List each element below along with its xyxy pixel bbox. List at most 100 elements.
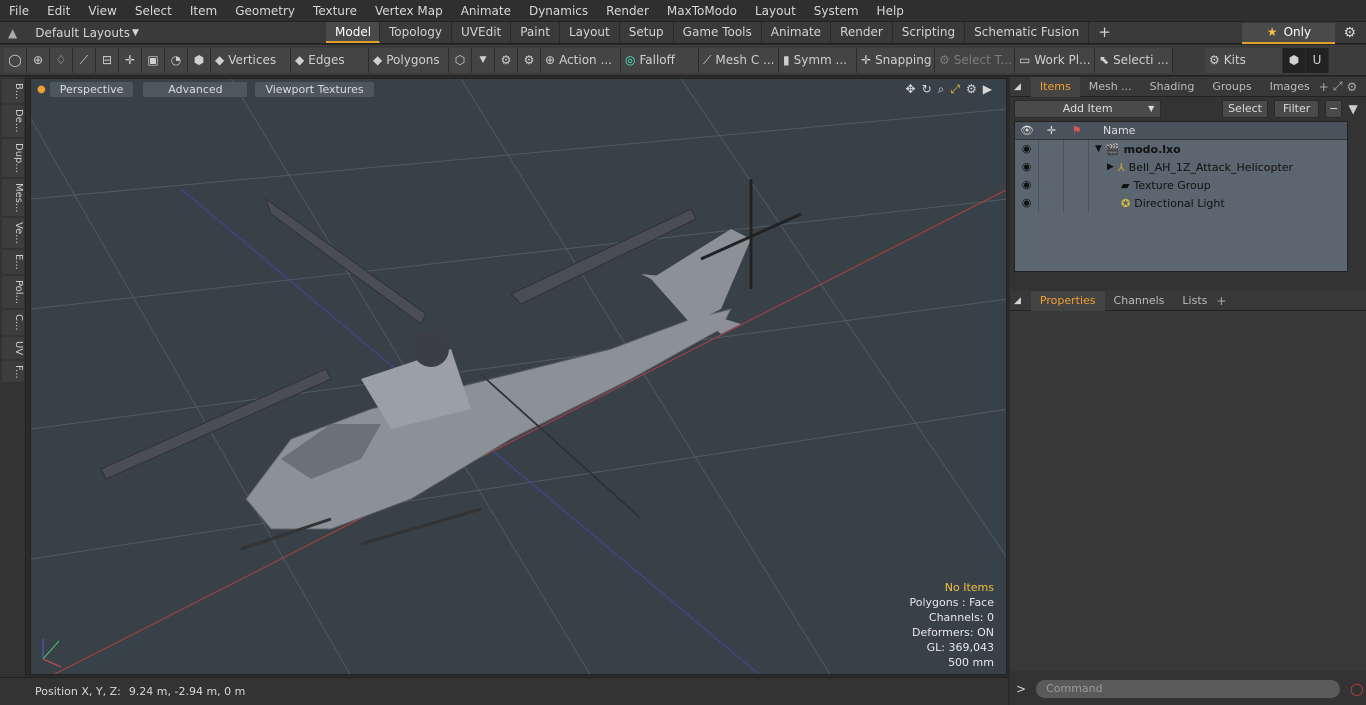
record-icon[interactable]: ◯ [1350, 682, 1363, 696]
left-tab-uv[interactable]: UV [2, 336, 24, 359]
symmetry-y-icon[interactable]: ⚙ [518, 47, 541, 73]
eye-icon[interactable]: ◉ [1015, 176, 1039, 194]
symmetry-button[interactable]: ▮ Symm ... [779, 47, 857, 73]
transform-icon[interactable]: ⊟ [96, 47, 119, 73]
play-icon[interactable]: ▶ [983, 82, 992, 97]
left-tab-deform[interactable]: De... [2, 105, 24, 137]
menu-render[interactable]: Render [597, 0, 658, 22]
eye-icon[interactable]: ◉ [1015, 158, 1039, 176]
add-item-button[interactable]: Add Item ▼ [1014, 100, 1162, 118]
left-tab-basic[interactable]: B... [2, 79, 24, 104]
tree-row-mesh[interactable]: ◉ ▶ ⅄ Bell_AH_1Z_Attack_Helicopter [1015, 158, 1347, 176]
tab-lists[interactable]: Lists [1173, 291, 1216, 311]
add-tab-icon[interactable]: + [1319, 80, 1329, 94]
scale-icon[interactable]: ▣ [142, 47, 165, 73]
eye-icon[interactable]: ◉ [1015, 194, 1039, 212]
menu-view[interactable]: View [79, 0, 125, 22]
menu-file[interactable]: File [0, 0, 38, 22]
tab-setup[interactable]: Setup [620, 22, 674, 43]
tab-animate[interactable]: Animate [762, 22, 832, 43]
layouts-dropdown[interactable]: ▲ Default Layouts ▼ [8, 22, 139, 44]
tab-layout[interactable]: Layout [560, 22, 620, 43]
material-mode-icon[interactable]: ⬡ [449, 47, 472, 73]
tab-shading[interactable]: Shading [1141, 77, 1204, 97]
perspective-button[interactable]: Perspective [49, 81, 134, 97]
circle-select-icon[interactable]: ◯ [4, 47, 27, 73]
select-through-button[interactable]: ⚙ Select T... [935, 47, 1015, 73]
panel-menu-icon[interactable]: ◢ [1010, 82, 1025, 92]
panel-gear-icon[interactable]: ⚙ [1346, 80, 1357, 94]
zoom-view-icon[interactable]: ⌕ [938, 82, 945, 97]
left-tab-polygon[interactable]: Pol... [2, 275, 24, 308]
unreal-icon[interactable]: U [1306, 47, 1329, 73]
tab-schematic-fusion[interactable]: Schematic Fusion [965, 22, 1090, 43]
viewport-options-dot[interactable]: ● [37, 84, 46, 95]
tree-row-texture-group[interactable]: ◉ ▰ Texture Group [1015, 176, 1347, 194]
gear-icon[interactable]: ⚙ [1343, 25, 1356, 41]
tab-render[interactable]: Render [831, 22, 893, 43]
work-plane-button[interactable]: ▭ Work Pl... [1015, 47, 1095, 73]
tab-topology[interactable]: Topology [380, 22, 452, 43]
only-toggle[interactable]: ★ Only [1242, 22, 1336, 44]
filter-button[interactable]: Filter [1274, 100, 1319, 118]
vertices-button[interactable]: ◆ Vertices [211, 47, 291, 73]
unity-icon[interactable]: ⬢ [1283, 47, 1306, 73]
expand-arrow-icon[interactable]: ▼ [1095, 144, 1102, 154]
menu-item[interactable]: Item [181, 0, 226, 22]
menu-geometry[interactable]: Geometry [226, 0, 304, 22]
tab-paint[interactable]: Paint [511, 22, 560, 43]
menu-vertex-map[interactable]: Vertex Map [366, 0, 452, 22]
viewport-settings-icon[interactable]: ⚙ [966, 82, 977, 97]
left-tab-mesh-edit[interactable]: Mes... [2, 178, 24, 217]
menu-select[interactable]: Select [126, 0, 181, 22]
name-column-header[interactable]: Name [1103, 124, 1135, 137]
move-view-icon[interactable]: ✥ [906, 82, 916, 97]
left-tab-edge[interactable]: E... [2, 250, 24, 274]
menu-system[interactable]: System [805, 0, 868, 22]
expand-icon[interactable]: ⤢ [1333, 79, 1343, 94]
menu-layout[interactable]: Layout [746, 0, 805, 22]
item-mode-icon[interactable]: ⬢ [188, 47, 211, 73]
filter-funnel-icon[interactable]: ▼ [1348, 102, 1362, 116]
tab-mesh[interactable]: Mesh ... [1080, 77, 1141, 97]
action-center-button[interactable]: ⊕ Action ... [541, 47, 621, 73]
3d-viewport[interactable]: ● Perspective Advanced Viewport Textures… [30, 78, 1007, 675]
add-tab-icon[interactable]: + [1216, 294, 1226, 308]
tab-images[interactable]: Images [1261, 77, 1319, 97]
collapse-icon[interactable]: − [1324, 100, 1343, 118]
viewport-textures-button[interactable]: Viewport Textures [255, 81, 374, 97]
tab-properties[interactable]: Properties [1030, 290, 1105, 311]
menu-dynamics[interactable]: Dynamics [520, 0, 597, 22]
selection-sets-button[interactable]: ⬉ Selecti ... [1095, 47, 1173, 73]
maximize-view-icon[interactable]: ⤢ [950, 82, 960, 97]
select-button[interactable]: Select [1221, 100, 1269, 118]
pen-icon[interactable]: ♢ [50, 47, 73, 73]
tab-groups[interactable]: Groups [1203, 77, 1260, 97]
tab-model[interactable]: Model [326, 22, 380, 43]
chevron-down-icon[interactable]: ▼ [472, 47, 495, 73]
left-tab-duplicate[interactable]: Dup... [2, 138, 24, 177]
tab-items[interactable]: Items [1030, 76, 1080, 97]
tab-game-tools[interactable]: Game Tools [674, 22, 762, 43]
tab-scripting[interactable]: Scripting [893, 22, 966, 43]
tab-uvedit[interactable]: UVEdit [452, 22, 512, 43]
menu-texture[interactable]: Texture [304, 0, 366, 22]
menu-help[interactable]: Help [868, 0, 913, 22]
collapse-arrow-icon[interactable]: ▶ [1107, 162, 1114, 172]
command-input[interactable]: Command [1036, 680, 1341, 698]
tree-row-light[interactable]: ◉ ✪ Directional Light [1015, 194, 1347, 212]
tab-channels[interactable]: Channels [1105, 291, 1174, 311]
rotate-view-icon[interactable]: ↻ [922, 82, 932, 97]
symmetry-x-icon[interactable]: ⚙ [495, 47, 518, 73]
polygons-button[interactable]: ◆ Polygons [369, 47, 449, 73]
mesh-constraint-button[interactable]: ⟋ Mesh C ... [699, 47, 779, 73]
move-icon[interactable]: ✛ [119, 47, 142, 73]
falloff-button[interactable]: ◎ Falloff [621, 47, 699, 73]
left-tab-fusion[interactable]: F... [2, 360, 24, 383]
globe-icon[interactable]: ⊕ [27, 47, 50, 73]
menu-edit[interactable]: Edit [38, 0, 79, 22]
edges-button[interactable]: ◆ Edges [291, 47, 369, 73]
snapping-button[interactable]: ✛ Snapping [857, 47, 935, 73]
kits-button[interactable]: ⚙ Kits [1205, 47, 1283, 73]
brush-icon[interactable]: ⟋ [73, 47, 96, 73]
